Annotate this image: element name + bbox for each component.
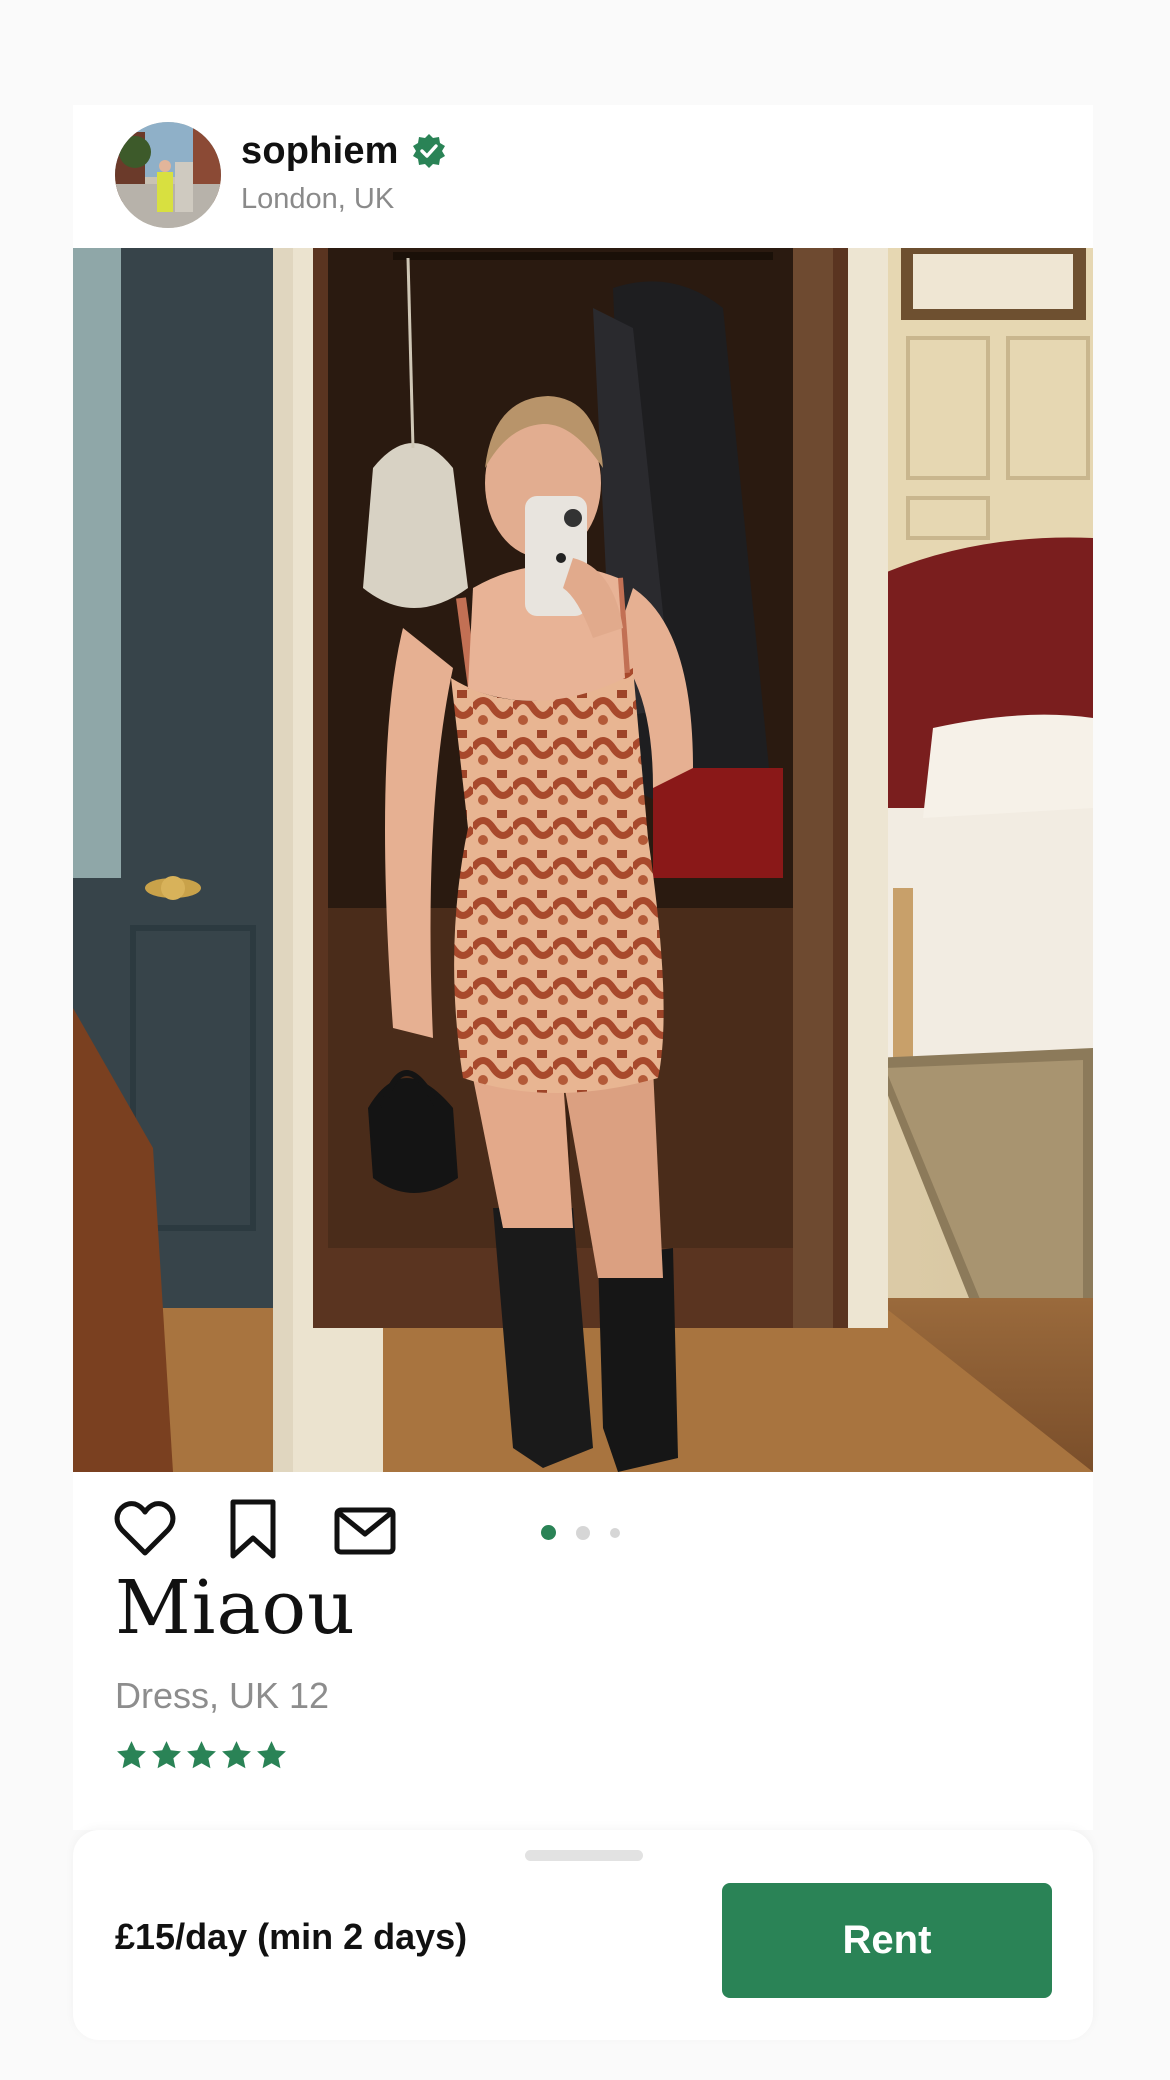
price-label: £15/day (min 2 days) bbox=[115, 1916, 468, 1957]
verified-badge-icon bbox=[411, 133, 447, 169]
carousel-dot[interactable] bbox=[610, 1527, 620, 1538]
rating-stars bbox=[115, 1739, 288, 1772]
sheet-drag-handle[interactable] bbox=[525, 1850, 643, 1861]
carousel-dot-active[interactable] bbox=[541, 1525, 556, 1540]
avatar[interactable] bbox=[115, 122, 221, 228]
carousel-indicator bbox=[541, 1525, 620, 1540]
carousel-dot[interactable] bbox=[576, 1525, 590, 1540]
rent-bottom-sheet: £15/day (min 2 days) Rent bbox=[73, 1830, 1093, 2040]
star-icon bbox=[150, 1739, 183, 1772]
star-icon bbox=[115, 1739, 148, 1772]
bookmark-icon[interactable] bbox=[221, 1498, 285, 1562]
rent-button[interactable]: Rent bbox=[722, 1883, 1052, 1998]
star-icon bbox=[220, 1739, 253, 1772]
post-header: sophiem London, UK bbox=[73, 105, 1093, 248]
heart-icon[interactable] bbox=[113, 1498, 177, 1562]
item-subtitle: Dress, UK 12 bbox=[115, 1675, 330, 1716]
listing-photo[interactable] bbox=[73, 248, 1093, 1472]
listing-card: sophiem London, UK Miaou Dress, UK 12 bbox=[73, 105, 1093, 1830]
location-label: London, UK bbox=[241, 183, 395, 215]
star-icon bbox=[255, 1739, 288, 1772]
username-row: sophiem bbox=[241, 127, 447, 175]
star-icon bbox=[185, 1739, 218, 1772]
username[interactable]: sophiem bbox=[241, 130, 399, 173]
screen: sophiem London, UK Miaou Dress, UK 12 £1… bbox=[0, 0, 1170, 2080]
mail-icon[interactable] bbox=[333, 1498, 397, 1562]
item-title: Miaou bbox=[115, 1565, 356, 1651]
